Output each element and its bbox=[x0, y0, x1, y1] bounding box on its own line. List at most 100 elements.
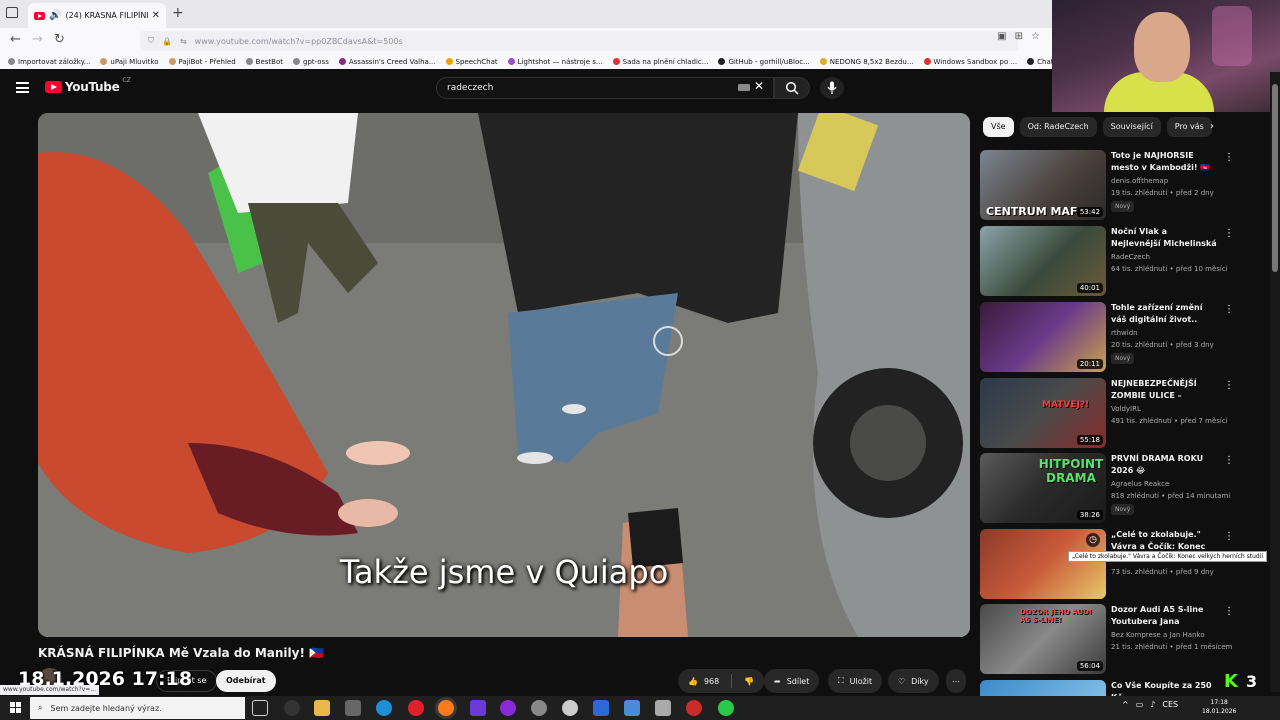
recommendation-channel[interactable]: RadeCzech bbox=[1111, 253, 1150, 261]
thanks-button[interactable]: ♡ Díky bbox=[888, 669, 939, 693]
store-icon[interactable] bbox=[345, 700, 361, 716]
thumbs-down-icon[interactable]: 👎 bbox=[744, 677, 754, 686]
app-icon[interactable] bbox=[562, 700, 578, 716]
video-thumbnail[interactable]: MATVEJ?! 55:18 bbox=[980, 378, 1106, 448]
shield-icon[interactable]: ⛉ bbox=[148, 36, 154, 46]
recommendation-channel[interactable]: denis.offthemap bbox=[1111, 177, 1168, 185]
bookmark-item[interactable]: ChatGPT - Česk... bbox=[1027, 58, 1052, 66]
taskbar-search-input[interactable]: ⌕ Sem zadejte hledaný výraz. bbox=[30, 697, 245, 719]
recommendation-title[interactable]: NEJNEBEZPEČNĚJŠÍ ZOMBIE ULICE – Doprov..… bbox=[1111, 378, 1219, 402]
video-thumbnail[interactable]: CENTRUM MAF 53:42 bbox=[980, 150, 1106, 220]
recommendation-item[interactable]: DOZOR JEHO AUDI A5 S-LINE! 56:04 Dozor A… bbox=[980, 604, 1270, 676]
video-thumbnail[interactable]: ◷ bbox=[980, 529, 1106, 599]
firefox-icon[interactable] bbox=[438, 700, 454, 716]
app-icon[interactable] bbox=[470, 700, 486, 716]
taskbar-clock[interactable]: 17:18 18.01.2026 bbox=[1202, 698, 1236, 716]
tab-list-icon[interactable] bbox=[6, 7, 18, 18]
lock-icon[interactable]: 🔒 bbox=[162, 37, 172, 46]
menu-icon[interactable] bbox=[16, 82, 29, 93]
bookmark-star-icon[interactable]: ☆ bbox=[1031, 31, 1040, 42]
chip-related[interactable]: Související bbox=[1102, 117, 1161, 137]
more-vert-icon[interactable]: ⋮ bbox=[1224, 531, 1234, 542]
subscribe-button[interactable]: Odebírat bbox=[216, 670, 276, 692]
recommendation-item[interactable]: CENTRUM MAF 53:42 Toto je NAJHORSIE mest… bbox=[980, 150, 1270, 222]
more-vert-icon[interactable]: ⋮ bbox=[1224, 304, 1234, 315]
new-tab-button[interactable]: + bbox=[172, 5, 184, 21]
bookmark-item[interactable]: NEDONG 8,5x2 Bezdu... bbox=[819, 58, 914, 66]
search-button[interactable] bbox=[774, 77, 810, 99]
browser-tab[interactable]: 🔊 (24) KRÁSNÁ FILIPÍNKA Mě ✕ bbox=[28, 3, 166, 28]
app-icon[interactable] bbox=[284, 700, 300, 716]
edge-icon[interactable] bbox=[376, 700, 392, 716]
app-icon[interactable] bbox=[531, 700, 547, 716]
reload-icon[interactable]: ↻ bbox=[54, 32, 65, 47]
more-vert-icon[interactable]: ⋮ bbox=[1224, 606, 1234, 617]
search-input[interactable]: radeczech bbox=[436, 77, 774, 99]
chip-all[interactable]: Vše bbox=[983, 117, 1014, 137]
chevron-up-icon[interactable]: ^ bbox=[1122, 700, 1129, 709]
recommendation-title[interactable]: Co Vše Koupíte za 250 Kč bbox=[1111, 680, 1219, 696]
permissions-icon[interactable]: ⇆ bbox=[180, 37, 187, 46]
watch-later-icon[interactable]: ◷ bbox=[1086, 533, 1100, 547]
more-actions-button[interactable]: ⋯ bbox=[946, 669, 966, 693]
recommendation-item[interactable]: HITPOINT DRAMA 38:26 PRVNÍ DRAMA ROKU 20… bbox=[980, 453, 1270, 525]
recommendation-title[interactable]: Noční Vlak a Nejlevnější Michelinská Res… bbox=[1111, 226, 1219, 250]
recommendation-title[interactable]: PRVNÍ DRAMA ROKU 2026 😂 bbox=[1111, 453, 1219, 477]
pocket-icon[interactable]: ⊞ bbox=[1015, 31, 1023, 42]
bookmark-item[interactable]: GitHub - gorhill/uBloc... bbox=[718, 58, 810, 66]
recommendation-channel[interactable]: rthwidn bbox=[1111, 329, 1138, 337]
task-view-icon[interactable] bbox=[252, 700, 268, 716]
video-thumbnail[interactable]: 20:11 bbox=[980, 302, 1106, 372]
network-icon[interactable]: ▭ bbox=[1136, 700, 1144, 709]
more-vert-icon[interactable]: ⋮ bbox=[1224, 152, 1234, 163]
chip-for-you[interactable]: Pro vás bbox=[1166, 117, 1212, 137]
app-icon[interactable] bbox=[686, 700, 702, 716]
recommendation-channel[interactable]: Bez Komprese a Jan Hanko bbox=[1111, 631, 1205, 639]
share-button[interactable]: ➦ Sdílet bbox=[764, 669, 820, 693]
recommendation-title[interactable]: Toto je NAJHORSIE mesto v Kambodži! 🇰🇭 bbox=[1111, 150, 1219, 174]
recommendation-channel[interactable]: VoldyIRL bbox=[1111, 405, 1141, 413]
more-vert-icon[interactable]: ⋮ bbox=[1224, 380, 1234, 391]
recommendation-title[interactable]: „Celé to zkolabuje." Vávra a Čočík: Kone… bbox=[1111, 529, 1219, 553]
reader-view-icon[interactable]: ▣ bbox=[997, 31, 1006, 42]
back-icon[interactable]: ← bbox=[10, 32, 21, 47]
keyboard-icon[interactable] bbox=[738, 84, 750, 91]
volume-icon[interactable]: ♪ bbox=[1150, 700, 1155, 709]
recommendation-title[interactable]: Dozor Audi A5 S-line Youtubera Jana Hank… bbox=[1111, 604, 1219, 628]
more-vert-icon[interactable]: ⋮ bbox=[1224, 455, 1234, 466]
forward-icon[interactable]: → bbox=[32, 32, 43, 47]
bookmark-item[interactable]: uPaji Mluvitko bbox=[100, 58, 159, 66]
more-vert-icon[interactable]: ⋮ bbox=[1224, 228, 1234, 239]
recommendation-item[interactable]: 20:11 Tohle zařízení změní váš digitální… bbox=[980, 302, 1270, 374]
windows-start-icon[interactable] bbox=[10, 702, 21, 713]
recommendation-item[interactable]: 40:01 Noční Vlak a Nejlevnější Michelins… bbox=[980, 226, 1270, 298]
recommendation-title[interactable]: Tohle zařízení změní váš digitální život… bbox=[1111, 302, 1219, 326]
bookmark-item[interactable]: PajiBot - Přehled bbox=[168, 58, 236, 66]
speaker-icon[interactable]: 🔊 bbox=[49, 10, 61, 21]
chip-from-channel[interactable]: Od: RadeCzech bbox=[1019, 117, 1097, 137]
bookmark-item[interactable]: BestBot bbox=[245, 58, 283, 66]
opera-icon[interactable] bbox=[408, 700, 424, 716]
video-thumbnail[interactable]: DOZOR JEHO AUDI A5 S-LINE! 56:04 bbox=[980, 604, 1106, 674]
youtube-logo[interactable]: YouTube CZ bbox=[45, 77, 131, 94]
app-icon[interactable] bbox=[718, 700, 734, 716]
bookmark-item[interactable]: Importovat záložky... bbox=[8, 58, 90, 66]
save-button[interactable]: ⛶ Uložit bbox=[828, 669, 883, 693]
app-icon[interactable] bbox=[655, 700, 671, 716]
video-thumbnail[interactable] bbox=[980, 680, 1106, 696]
bookmark-item[interactable]: Sada na plnění chladic... bbox=[612, 58, 708, 66]
bookmark-item[interactable]: gpt-oss bbox=[293, 58, 329, 66]
clear-search-icon[interactable]: ✕ bbox=[754, 79, 764, 93]
app-icon[interactable] bbox=[593, 700, 609, 716]
app-icon[interactable] bbox=[500, 700, 516, 716]
scrollbar-thumb[interactable] bbox=[1272, 84, 1278, 272]
close-tab-icon[interactable]: ✕ bbox=[152, 10, 160, 21]
video-player[interactable]: Takže jsme v Quiapo bbox=[38, 113, 970, 637]
video-thumbnail[interactable]: 40:01 bbox=[980, 226, 1106, 296]
video-thumbnail[interactable]: HITPOINT DRAMA 38:26 bbox=[980, 453, 1106, 523]
like-button[interactable]: 👍 968 👎 bbox=[678, 669, 765, 693]
bookmark-item[interactable]: Windows Sandbox po ... bbox=[923, 58, 1017, 66]
voice-search-button[interactable] bbox=[820, 77, 844, 99]
recommendation-channel[interactable]: Agraelus Reakce bbox=[1111, 480, 1169, 488]
app-icon[interactable] bbox=[624, 700, 640, 716]
